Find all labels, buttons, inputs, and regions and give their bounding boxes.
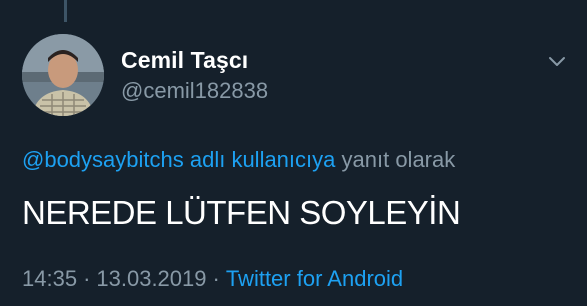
tweet-date[interactable]: 13.03.2019 <box>96 266 206 291</box>
author-handle[interactable]: @cemil182838 <box>121 78 268 104</box>
tweet-time[interactable]: 14:35 <box>22 266 77 291</box>
meta-separator: · <box>83 266 91 291</box>
author-display-name[interactable]: Cemil Taşcı <box>121 47 248 74</box>
reply-mention-link[interactable]: @bodysaybitchs adlı kullanıcıya <box>22 147 335 172</box>
meta-separator: · <box>212 266 220 291</box>
chevron-down-icon[interactable] <box>547 54 567 70</box>
tweet-text: NEREDE LÜTFEN SOYLEYİN <box>22 194 461 231</box>
thread-connector-line <box>64 0 67 22</box>
reply-suffix: yanıt olarak <box>341 147 456 172</box>
tweet-meta: 14:35 · 13.03.2019 · Twitter for Android <box>22 266 403 292</box>
tweet-source-link[interactable]: Twitter for Android <box>226 266 403 291</box>
avatar[interactable] <box>22 34 104 116</box>
reply-context: @bodysaybitchs adlı kullanıcıya yanıt ol… <box>22 147 455 173</box>
